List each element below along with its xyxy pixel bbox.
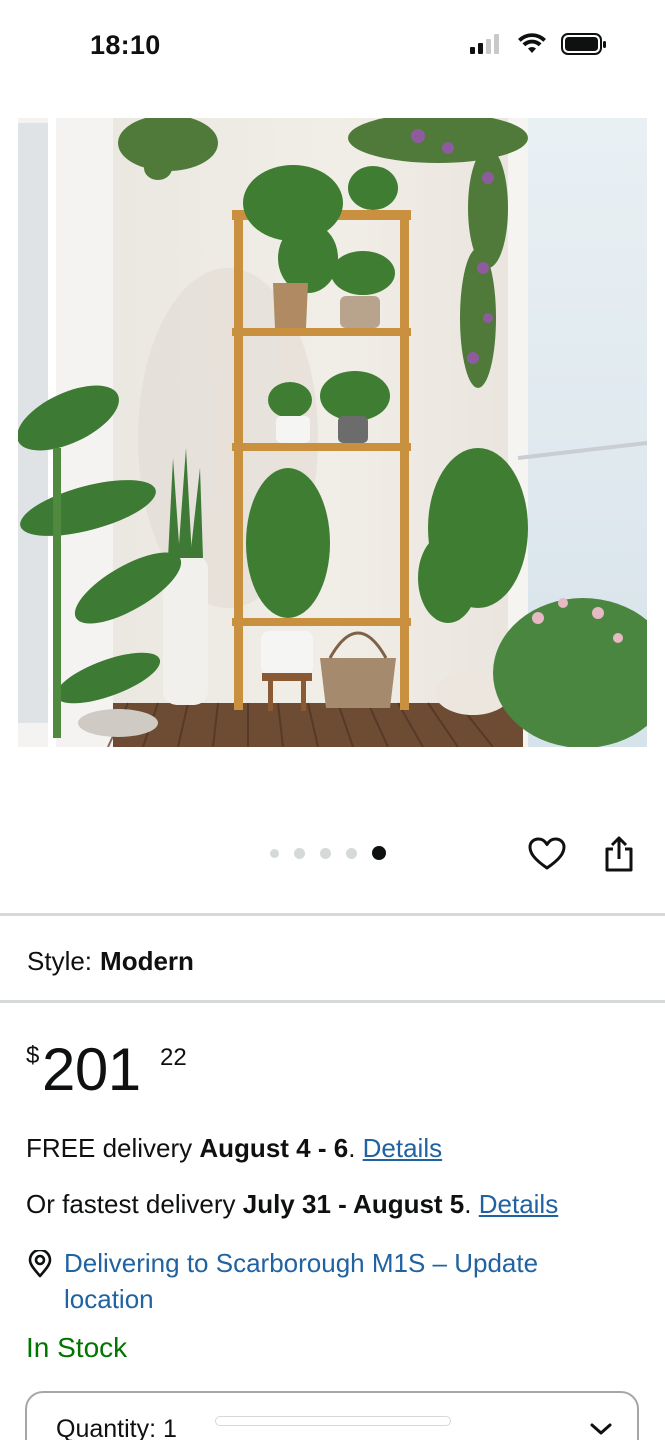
wifi-icon	[518, 33, 546, 53]
fast-delivery-prefix: Or fastest delivery	[26, 1189, 243, 1219]
wishlist-button[interactable]	[527, 834, 567, 874]
divider	[0, 1000, 665, 1003]
style-label: Style:	[27, 946, 93, 976]
delivery-location-text[interactable]: Delivering to Scarborough M1S – Update l…	[64, 1245, 626, 1317]
pagination-dot[interactable]	[320, 847, 331, 859]
pagination-dot[interactable]	[294, 847, 305, 859]
product-image[interactable]	[18, 118, 647, 747]
style-value: Modern	[100, 946, 194, 976]
cellular-signal-icon	[470, 34, 499, 54]
status-time: 18:10	[90, 30, 161, 60]
battery-icon	[561, 33, 606, 55]
price-currency: $	[26, 1042, 40, 1069]
fast-delivery-suffix: .	[464, 1189, 479, 1219]
fast-delivery-dates: July 31 - August 5	[242, 1189, 465, 1219]
home-indicator[interactable]	[215, 1416, 451, 1426]
plant-shelf-photo	[18, 118, 647, 747]
quantity-value: 1	[163, 1415, 177, 1440]
divider	[0, 913, 665, 916]
free-delivery-line: FREE delivery August 4 - 6. Details	[26, 1133, 442, 1164]
chevron-down-icon	[590, 1423, 612, 1435]
free-delivery-suffix: .	[348, 1133, 363, 1163]
pagination-dot[interactable]	[270, 848, 279, 858]
fastest-delivery-line: Or fastest delivery July 31 - August 5. …	[26, 1189, 558, 1220]
share-icon	[605, 836, 633, 872]
style-selector[interactable]: Style: Modern	[27, 946, 194, 977]
pagination-dot[interactable]	[346, 847, 357, 859]
status-icons	[469, 33, 607, 55]
image-pagination-dots[interactable]	[270, 846, 386, 860]
fast-delivery-details-link[interactable]: Details	[479, 1189, 558, 1219]
share-button[interactable]	[599, 834, 639, 874]
stock-status: In Stock	[26, 1332, 128, 1363]
price-fraction: 22	[160, 1044, 187, 1071]
price-whole: 201	[42, 1036, 141, 1103]
delivery-location[interactable]: Delivering to Scarborough M1S – Update l…	[26, 1245, 626, 1317]
free-delivery-details-link[interactable]: Details	[363, 1133, 442, 1163]
pagination-dot-active[interactable]	[372, 846, 386, 860]
status-bar: 18:10	[0, 0, 665, 92]
image-controls	[0, 820, 665, 884]
free-delivery-prefix: FREE delivery	[26, 1133, 200, 1163]
quantity-label: Quantity: 1	[56, 1415, 177, 1440]
location-pin-icon	[28, 1250, 52, 1278]
heart-icon	[528, 837, 566, 870]
free-delivery-dates: August 4 - 6	[199, 1133, 349, 1163]
